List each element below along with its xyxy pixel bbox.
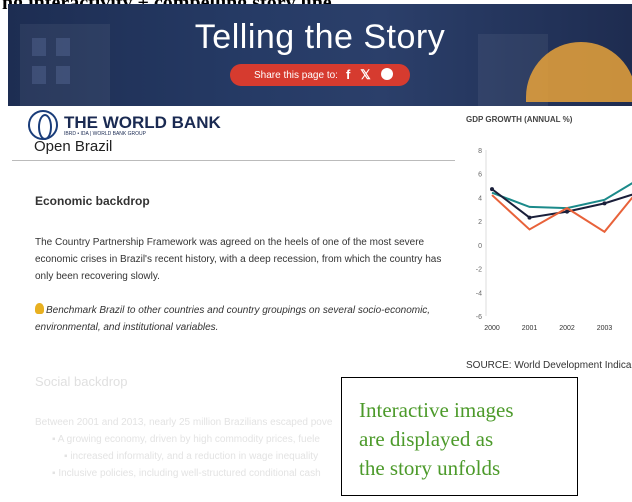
y-tick-label: 0 xyxy=(478,243,482,250)
benchmark-hint[interactable]: Benchmark Brazil to other countries and … xyxy=(35,302,450,336)
hero-banner: Telling the Story Share this page to: f … xyxy=(8,4,632,106)
x-tick-label: 2002 xyxy=(559,325,575,332)
facebook-icon[interactable]: f xyxy=(346,67,350,83)
divider xyxy=(12,160,455,161)
chart-title: GDP GROWTH (ANNUAL %) xyxy=(466,115,573,124)
series-point[interactable] xyxy=(602,201,607,206)
building-window xyxy=(32,66,46,84)
y-tick-label: -6 xyxy=(476,314,482,321)
x-tick-label: 2001 xyxy=(522,325,538,332)
whatsapp-icon[interactable] xyxy=(380,68,393,80)
list-item: increased informality, and a reduction i… xyxy=(52,448,321,465)
list-item: Inclusive policies, including well-struc… xyxy=(52,465,320,482)
series-point[interactable] xyxy=(565,209,569,214)
section-name: Open Brazil xyxy=(34,138,113,155)
annotation-box: Interactive images are displayed as the … xyxy=(341,377,578,496)
annotation-line: the story unfolds xyxy=(359,456,501,480)
share-label: Share this page to: xyxy=(254,69,338,81)
social-bullets: A growing economy, driven by high commod… xyxy=(52,431,321,482)
y-tick-label: -4 xyxy=(476,290,482,297)
gdp-growth-chart[interactable]: -6 -4 -2 0 2 4 6 8 2000 2001 2002 2003 xyxy=(460,140,632,340)
economic-heading: Economic backdrop xyxy=(35,194,150,208)
lightbulb-icon xyxy=(35,303,44,314)
y-tick-label: 4 xyxy=(478,195,482,202)
x-tick-label: 2003 xyxy=(597,325,613,332)
globe-icon xyxy=(28,110,58,140)
chart-source: SOURCE: World Development Indica xyxy=(466,360,632,371)
series-point[interactable] xyxy=(490,187,494,192)
building-window xyxy=(56,66,70,84)
social-heading: Social backdrop xyxy=(35,374,128,389)
economic-paragraph: The Country Partnership Framework was ag… xyxy=(35,237,442,282)
world-bank-logo[interactable]: THE WORLD BANK IBRD • IDA | WORLD BANK G… xyxy=(28,110,221,140)
list-item: A growing economy, driven by high commod… xyxy=(52,431,321,448)
x-tick-label: 2000 xyxy=(484,325,500,332)
series-point[interactable] xyxy=(527,215,532,220)
benchmark-hint-text: Benchmark Brazil to other countries and … xyxy=(35,305,431,333)
y-tick-label: 2 xyxy=(478,219,482,226)
y-tick-label: -2 xyxy=(476,267,482,274)
share-bar: Share this page to: f 𝕏 xyxy=(230,64,410,86)
y-tick-label: 6 xyxy=(478,172,482,179)
annotation-line: Interactive images xyxy=(359,398,514,422)
twitter-icon[interactable]: 𝕏 xyxy=(360,67,370,83)
series-line-0[interactable] xyxy=(491,177,632,210)
page-title: Telling the Story xyxy=(194,18,446,56)
logo-subtitle: IBRD • IDA | WORLD BANK GROUP xyxy=(64,130,146,137)
annotation-line: are displayed as xyxy=(359,427,494,451)
y-tick-label: 8 xyxy=(478,148,482,155)
logo-name: THE WORLD BANK xyxy=(64,112,221,132)
